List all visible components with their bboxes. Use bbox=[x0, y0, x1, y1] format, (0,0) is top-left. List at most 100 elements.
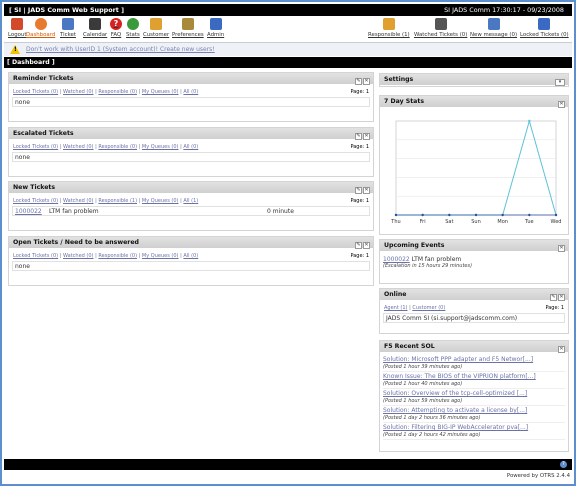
filter-my-queues[interactable]: My Queues (0) bbox=[142, 144, 179, 150]
close-icon[interactable]: ✕ bbox=[558, 101, 565, 108]
sol-link[interactable]: Solution: Attempting to activate a licen… bbox=[383, 407, 565, 414]
responsible-button[interactable]: Responsible (1) bbox=[368, 18, 410, 38]
x-tick-label: Thu bbox=[390, 219, 400, 225]
filter-watched[interactable]: Watched (0) bbox=[63, 89, 94, 95]
watched-tickets-button[interactable]: Watched Tickets (0) bbox=[414, 18, 467, 38]
data-point bbox=[528, 213, 531, 217]
admin-button[interactable]: Admin bbox=[207, 18, 224, 38]
powered-by: Powered by OTRS 2.4.4 bbox=[506, 473, 570, 479]
calendar-button[interactable]: Calendar bbox=[83, 18, 107, 38]
filter-watched[interactable]: Watched (0) bbox=[63, 253, 94, 259]
ticket-filter: Locked Tickets (0) | Watched (0) | Respo… bbox=[13, 253, 369, 259]
panel-header: Escalated Tickets ✎ ✕ bbox=[9, 128, 373, 140]
filter-all[interactable]: All (0) bbox=[183, 253, 198, 259]
ticket-filter: Locked Tickets (0) | Watched (0) | Respo… bbox=[13, 89, 369, 95]
notice-link[interactable]: Don't work with UserID 1 (System account… bbox=[26, 46, 215, 53]
chevron-down-icon[interactable]: ▾ bbox=[555, 79, 565, 86]
plot-area bbox=[395, 120, 557, 216]
close-icon[interactable]: ✕ bbox=[558, 346, 565, 353]
dashboard-button[interactable]: Dashboard bbox=[26, 18, 55, 38]
filter-my-queues[interactable]: My Queues (0) bbox=[142, 89, 179, 95]
close-icon[interactable]: ✕ bbox=[558, 245, 565, 252]
data-point bbox=[394, 213, 398, 217]
event-title: LTM fan problem bbox=[409, 256, 462, 263]
customer-button[interactable]: Customer bbox=[143, 18, 169, 38]
preferences-button[interactable]: Preferences bbox=[172, 18, 204, 38]
logout-button[interactable]: Logout bbox=[8, 18, 26, 38]
x-tick-label: Wed bbox=[551, 219, 562, 225]
dashboard-icon bbox=[34, 18, 47, 30]
filter-all[interactable]: All (1) bbox=[183, 198, 198, 204]
page-indicator: Page: 1 bbox=[545, 305, 564, 311]
message-icon bbox=[487, 18, 500, 30]
locked-icon bbox=[538, 18, 551, 30]
list-item: Solution: Filtering BIG-IP WebAccelerato… bbox=[383, 423, 565, 440]
filter-watched[interactable]: Watched (0) bbox=[63, 198, 94, 204]
preferences-icon bbox=[181, 18, 194, 30]
filter-responsible[interactable]: Responsible (0) bbox=[98, 253, 137, 259]
panel-header: F5 Recent SOL ✕ bbox=[380, 341, 568, 353]
customer-filter[interactable]: Customer (0) bbox=[412, 305, 445, 311]
warning-icon bbox=[10, 45, 20, 54]
filter-all[interactable]: All (0) bbox=[183, 89, 198, 95]
x-tick-label: Mon bbox=[497, 219, 508, 225]
logout-icon bbox=[11, 18, 24, 30]
filter-my-queues[interactable]: My Queues (0) bbox=[142, 198, 179, 204]
page-indicator: Page: 1 bbox=[350, 198, 369, 204]
table-row[interactable]: 1000022 LTM fan problem 0 minute bbox=[12, 206, 370, 216]
sol-link[interactable]: Known Issue: The BIOS of the VIPRION pla… bbox=[383, 373, 565, 380]
event-item: 1000022 LTM fan problem (Escalation in 1… bbox=[380, 251, 568, 269]
panel-header: Online ✎ ✕ bbox=[380, 289, 568, 301]
list-item: none bbox=[12, 152, 370, 162]
x-tick-label: Sat bbox=[445, 219, 453, 225]
page-indicator: Page: 1 bbox=[350, 253, 369, 259]
page-indicator: Page: 1 bbox=[350, 89, 369, 95]
sol-link[interactable]: Solution: Overview of the tcp-cell-optim… bbox=[383, 390, 565, 397]
section-title: [ Dashboard ] bbox=[4, 57, 572, 68]
filter-all[interactable]: All (0) bbox=[183, 144, 198, 150]
stats-button[interactable]: Stats bbox=[126, 18, 140, 38]
filter-my-queues[interactable]: My Queues (0) bbox=[142, 253, 179, 259]
sol-link[interactable]: Solution: Filtering BIG-IP WebAccelerato… bbox=[383, 424, 565, 431]
event-ticket-link[interactable]: 1000022 bbox=[383, 256, 410, 263]
admin-icon bbox=[209, 18, 222, 30]
data-point bbox=[501, 213, 504, 217]
panel-header[interactable]: Settings ▾ bbox=[380, 74, 568, 86]
filter-locked[interactable]: Locked Tickets (0) bbox=[13, 144, 58, 150]
sol-link[interactable]: Solution: Microsoft PPP adapter and F5 N… bbox=[383, 356, 565, 363]
filter-responsible[interactable]: Responsible (0) bbox=[98, 144, 137, 150]
agent-filter[interactable]: Agent (1) bbox=[384, 305, 407, 311]
new-tickets-panel: New Tickets ✎ ✕ Locked Tickets (0) | Watc… bbox=[8, 181, 374, 231]
filter-locked[interactable]: Locked Tickets (0) bbox=[13, 89, 58, 95]
list-item: Solution: Attempting to activate a licen… bbox=[383, 406, 565, 423]
posted-time: (Posted 1 day 2 hours 42 minutes ago) bbox=[383, 432, 481, 438]
page-indicator: Page: 1 bbox=[350, 144, 369, 150]
main-toolbar: Logout Dashboard Ticket Calendar ? FAQ St… bbox=[4, 16, 572, 42]
data-point bbox=[448, 213, 451, 217]
panel-header: Upcoming Events ✕ bbox=[380, 240, 568, 252]
ticket-button[interactable]: Ticket bbox=[60, 18, 76, 38]
ticket-filter: Locked Tickets (0) | Watched (0) | Respo… bbox=[13, 198, 369, 204]
new-message-button[interactable]: New message (0) bbox=[470, 18, 517, 38]
faq-button[interactable]: ? FAQ bbox=[110, 18, 122, 38]
ticket-icon bbox=[61, 18, 74, 30]
help-icon[interactable]: ? bbox=[560, 461, 567, 468]
stats-line-chart: Thu Fri Sat Sun Mon Tue Wed bbox=[390, 119, 562, 225]
ticket-number-link[interactable]: 1000022 bbox=[15, 208, 42, 215]
data-point bbox=[528, 119, 531, 123]
filter-locked[interactable]: Locked Tickets (0) bbox=[13, 198, 58, 204]
locked-tickets-button[interactable]: Locked Tickets (0) bbox=[520, 18, 569, 38]
upcoming-events-panel: Upcoming Events ✕ 1000022 LTM fan proble… bbox=[379, 239, 569, 284]
open-tickets-panel: Open Tickets / Need to be answered ✎ ✕ Lo… bbox=[8, 236, 374, 286]
filter-locked[interactable]: Locked Tickets (0) bbox=[13, 253, 58, 259]
posted-time: (Posted 1 hour 59 minutes ago) bbox=[383, 398, 463, 404]
settings-panel: Settings ▾ bbox=[379, 73, 569, 87]
posted-time: (Posted 1 day 2 hours 36 minutes ago) bbox=[383, 415, 481, 421]
filter-watched[interactable]: Watched (0) bbox=[63, 144, 94, 150]
footer-bar: ? bbox=[4, 459, 572, 470]
filter-responsible[interactable]: Responsible (0) bbox=[98, 89, 137, 95]
x-tick-label: Sun bbox=[471, 219, 481, 225]
list-item: none bbox=[12, 97, 370, 107]
list-item: Solution: Microsoft PPP adapter and F5 N… bbox=[383, 355, 565, 372]
filter-responsible[interactable]: Responsible (1) bbox=[98, 198, 137, 204]
